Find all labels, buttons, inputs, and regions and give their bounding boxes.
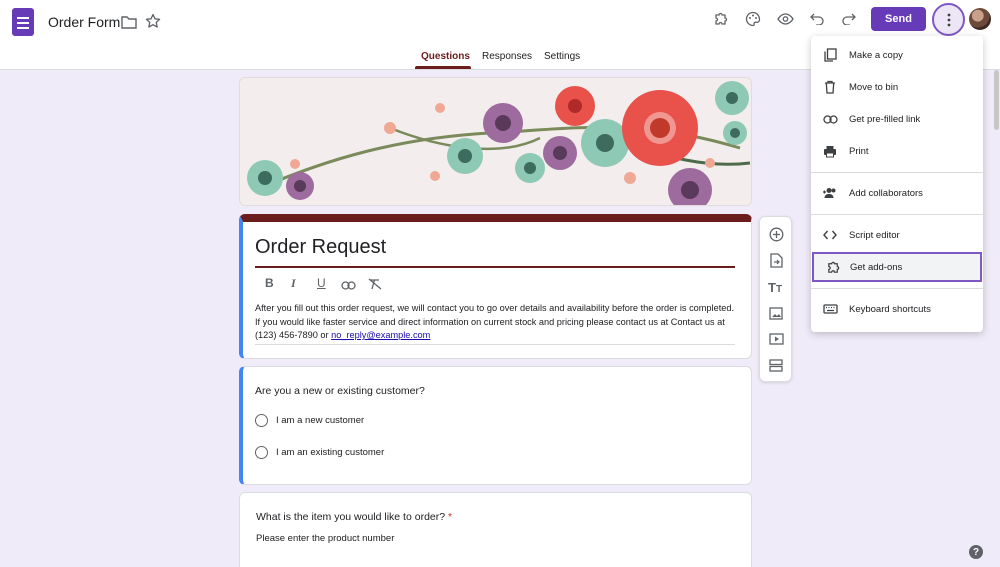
svg-text:T: T — [768, 280, 776, 293]
trash-icon — [822, 79, 838, 95]
menu-item-label: Make a copy — [849, 49, 903, 61]
form-header-card[interactable]: Order Request B I U After you fill out t… — [239, 214, 752, 359]
star-icon[interactable] — [144, 12, 162, 30]
folder-icon[interactable] — [120, 13, 138, 31]
help-icon[interactable]: ? — [969, 545, 983, 559]
radio-button[interactable] — [255, 446, 268, 459]
menu-item-label: Print — [849, 145, 869, 157]
add-question-icon[interactable] — [767, 225, 785, 243]
question-description: Please enter the product number — [256, 533, 395, 544]
radio-option-existing[interactable]: I am an existing customer — [255, 446, 384, 459]
svg-text:T: T — [776, 284, 782, 293]
avatar[interactable] — [969, 8, 991, 30]
puzzle-icon — [825, 259, 841, 275]
keyboard-icon — [822, 301, 838, 317]
document-title[interactable]: Order Form — [48, 14, 120, 30]
menu-item-move-to-bin[interactable]: Move to bin — [811, 72, 983, 102]
tab-questions[interactable]: Questions — [421, 51, 470, 62]
underline-icon[interactable]: U — [317, 276, 326, 290]
copy-icon — [822, 47, 838, 63]
clear-formatting-icon[interactable] — [368, 278, 382, 293]
question-card-customer-type[interactable]: Are you a new or existing customer? I am… — [239, 366, 752, 485]
italic-icon[interactable]: I — [291, 276, 296, 291]
scrollbar[interactable] — [994, 70, 999, 130]
bold-icon[interactable]: B — [265, 276, 274, 290]
forms-logo-icon[interactable] — [12, 8, 34, 36]
tab-settings[interactable]: Settings — [544, 51, 580, 62]
add-video-icon[interactable] — [767, 330, 785, 348]
required-asterisk: * — [448, 511, 453, 523]
header-banner-image — [239, 77, 752, 206]
link-icon[interactable] — [341, 279, 356, 293]
menu-item-script-editor[interactable]: Script editor — [811, 220, 983, 250]
redo-icon[interactable] — [840, 10, 858, 28]
menu-item-label: Add collaborators — [849, 187, 923, 199]
question-title: What is the item you would like to order… — [256, 511, 452, 523]
menu-divider — [811, 214, 983, 215]
menu-item-label: Get pre-filled link — [849, 113, 921, 125]
menu-item-keyboard-shortcuts[interactable]: Keyboard shortcuts — [811, 294, 983, 324]
active-tab-indicator — [415, 66, 471, 69]
menu-item-get-addons[interactable]: Get add-ons — [812, 252, 982, 282]
radio-option-new[interactable]: I am a new customer — [255, 414, 364, 427]
title-underline — [255, 266, 735, 268]
question-title: Are you a new or existing customer? — [255, 385, 425, 397]
floating-toolbar: TT — [759, 216, 792, 382]
print-icon — [822, 143, 838, 159]
menu-item-make-copy[interactable]: Make a copy — [811, 40, 983, 70]
vertical-dots-icon — [947, 13, 950, 26]
palette-icon[interactable] — [744, 10, 762, 28]
menu-divider — [811, 172, 983, 173]
form-description[interactable]: After you fill out this order request, w… — [255, 302, 735, 343]
email-link[interactable]: no_reply@example.com — [331, 330, 430, 340]
link-icon — [822, 111, 838, 127]
option-label: I am a new customer — [276, 415, 365, 426]
tab-responses[interactable]: Responses — [482, 51, 532, 62]
radio-button[interactable] — [255, 414, 268, 427]
menu-item-add-collaborators[interactable]: Add collaborators — [811, 178, 983, 208]
menu-item-label: Keyboard shortcuts — [849, 303, 931, 315]
import-questions-icon[interactable] — [767, 251, 785, 269]
code-icon — [822, 227, 838, 243]
add-section-icon[interactable] — [767, 356, 785, 374]
description-underline — [255, 344, 735, 345]
menu-divider — [811, 288, 983, 289]
form-title[interactable]: Order Request — [255, 236, 386, 259]
add-title-icon[interactable]: TT — [767, 277, 785, 295]
add-image-icon[interactable] — [767, 304, 785, 322]
menu-item-label: Get add-ons — [850, 261, 903, 273]
menu-item-label: Script editor — [849, 229, 900, 241]
undo-icon[interactable] — [808, 10, 826, 28]
option-label: I am an existing customer — [276, 447, 385, 458]
menu-item-print[interactable]: Print — [811, 136, 983, 166]
preview-eye-icon[interactable] — [776, 10, 794, 28]
question-card-item[interactable]: What is the item you would like to order… — [239, 492, 752, 567]
menu-item-label: Move to bin — [849, 81, 899, 93]
addons-puzzle-icon[interactable] — [712, 10, 730, 28]
send-button[interactable]: Send — [871, 7, 926, 31]
form-description-text: After you fill out this order request, w… — [255, 303, 735, 340]
more-options-button[interactable] — [932, 3, 965, 36]
add-people-icon — [822, 185, 838, 201]
question-title-text: What is the item you would like to order… — [256, 511, 446, 523]
menu-item-prefilled-link[interactable]: Get pre-filled link — [811, 104, 983, 134]
more-options-menu: Make a copy Move to bin Get pre-filled l… — [811, 36, 983, 332]
